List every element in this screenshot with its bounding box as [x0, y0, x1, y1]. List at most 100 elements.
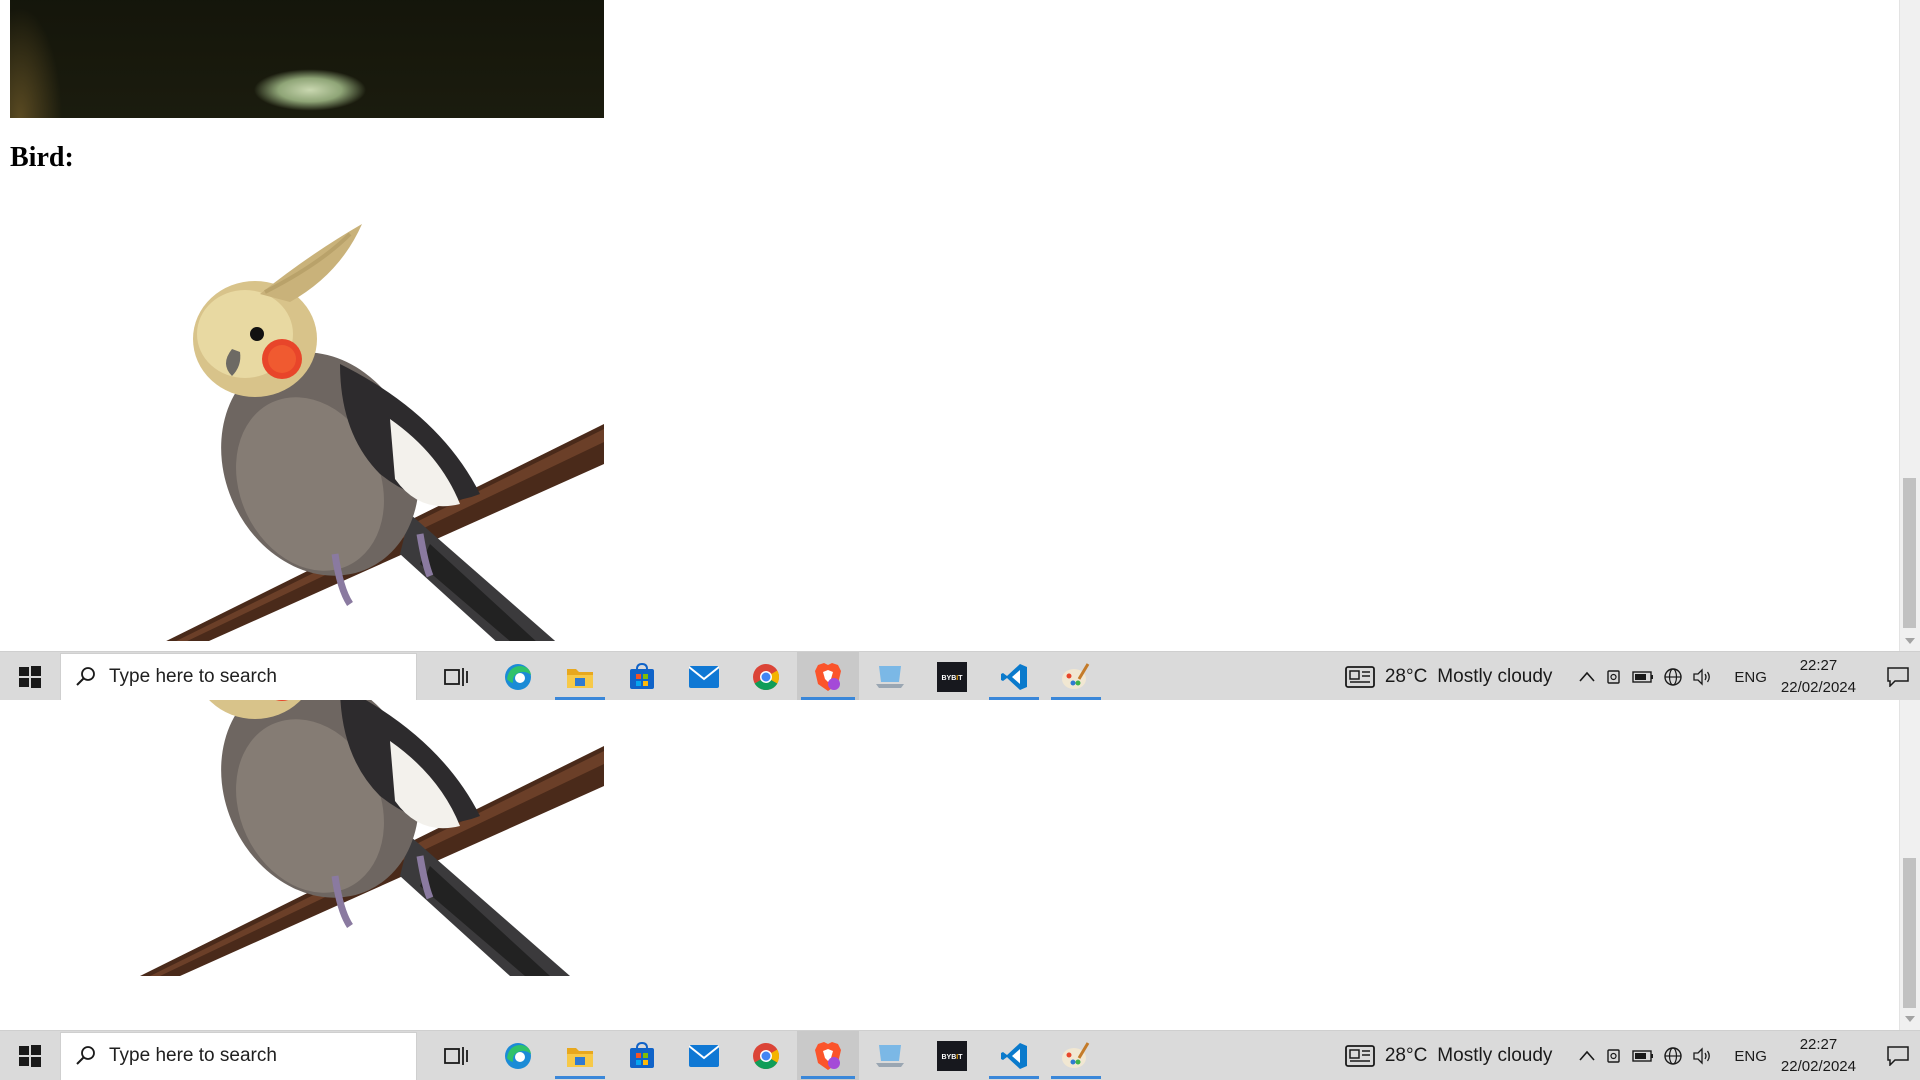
bird-image: [166, 224, 604, 641]
weather-widget[interactable]: 28°C Mostly cloudy: [1344, 1045, 1553, 1067]
network-globe-icon[interactable]: [1663, 1046, 1683, 1066]
browser-viewport[interactable]: Bird:: [0, 0, 1900, 641]
input-language[interactable]: ENG: [1734, 1048, 1767, 1065]
store-icon: [630, 1042, 654, 1068]
weather-temperature: 28°C: [1384, 1045, 1428, 1066]
taskbar-app-paint[interactable]: [1045, 652, 1107, 700]
scrollbar-thumb[interactable]: [1903, 478, 1916, 628]
search-placeholder: Type here to search: [109, 666, 277, 687]
paint-icon: [1062, 1042, 1090, 1068]
taskbar-search-box[interactable]: Type here to search: [60, 1031, 417, 1080]
taskbar-app-remote-desktop[interactable]: [859, 652, 921, 700]
taskbar-search-box[interactable]: Type here to search: [60, 652, 417, 700]
clock-time: 22:27: [1799, 657, 1838, 674]
scroll-down-arrow-icon[interactable]: [1905, 638, 1915, 644]
mail-icon: [689, 666, 719, 688]
paint-icon: [1062, 663, 1090, 689]
taskbar-app-chrome[interactable]: [735, 1031, 797, 1080]
taskbar-app-store[interactable]: [611, 1031, 673, 1080]
remote-desktop-icon: [876, 1045, 904, 1067]
weather-condition: Mostly cloudy: [1437, 666, 1553, 687]
clock[interactable]: 22:27 22/02/2024: [1781, 1034, 1856, 1078]
taskbar-apps: BYBIT: [425, 1031, 1107, 1080]
edge-icon: [505, 664, 531, 690]
browser-viewport[interactable]: Bird:: [0, 700, 1900, 1020]
notifications-button[interactable]: [1876, 652, 1920, 700]
bird-heading: Bird:: [10, 142, 74, 173]
taskbar-app-file-explorer[interactable]: [549, 652, 611, 700]
screen: Bird: Type here to search BYBIT 28°C Mos…: [0, 0, 1920, 1080]
start-button[interactable]: [0, 1031, 60, 1080]
mail-icon: [689, 1045, 719, 1067]
taskbar-app-vscode[interactable]: [983, 652, 1045, 700]
desktop-capture-bottom: Bird:: [0, 700, 1920, 1080]
taskbar-app-remote-desktop[interactable]: [859, 1031, 921, 1080]
taskbar: Type here to search BYBIT 28°C Mostly cl…: [0, 1030, 1920, 1080]
chevron-up-icon[interactable]: [1578, 1049, 1596, 1063]
battery-icon[interactable]: [1632, 670, 1654, 684]
taskbar-app-store[interactable]: [611, 652, 673, 700]
svg-text:BYBIT: BYBIT: [941, 1054, 963, 1061]
chrome-icon: [753, 1043, 780, 1070]
remote-desktop-icon: [876, 666, 904, 688]
clock-time: 22:27: [1799, 1036, 1838, 1053]
chevron-up-icon[interactable]: [1578, 670, 1596, 684]
notifications-button[interactable]: [1876, 1031, 1920, 1080]
taskbar-app-bybit[interactable]: BYBIT: [921, 652, 983, 700]
volume-icon[interactable]: [1692, 1047, 1712, 1065]
page-content: Bird:: [10, 700, 604, 976]
previous-animal-image: [10, 0, 604, 118]
clock[interactable]: 22:27 22/02/2024: [1781, 655, 1856, 699]
edge-icon: [505, 1043, 531, 1069]
news-weather-icon: [1344, 1045, 1375, 1067]
taskbar-app-chrome[interactable]: [735, 652, 797, 700]
scrollbar-thumb[interactable]: [1903, 858, 1916, 1008]
bybit-icon: BYBIT: [937, 662, 967, 692]
start-button[interactable]: [0, 652, 60, 700]
store-icon: [630, 663, 654, 689]
vscode-icon: [1001, 664, 1027, 690]
weather-widget[interactable]: 28°C Mostly cloudy: [1344, 666, 1553, 688]
taskbar-app-task-view[interactable]: [425, 652, 487, 700]
taskbar-app-file-explorer[interactable]: [549, 1031, 611, 1080]
weather-condition: Mostly cloudy: [1437, 1045, 1553, 1066]
tray-icons: [1578, 1046, 1712, 1066]
page-content: Bird:: [10, 0, 604, 641]
battery-icon[interactable]: [1632, 1049, 1654, 1063]
desktop-capture-top: Bird: Type here to search BYBIT 28°C Mos…: [0, 0, 1920, 700]
chrome-icon: [753, 664, 780, 691]
meet-now-icon[interactable]: [1605, 1047, 1623, 1065]
search-icon: [76, 1046, 95, 1065]
weather-temperature: 28°C: [1384, 666, 1428, 687]
taskbar-app-brave[interactable]: [797, 1031, 859, 1080]
news-weather-icon: [1344, 666, 1375, 688]
taskbar-app-bybit[interactable]: BYBIT: [921, 1031, 983, 1080]
system-tray: 28°C Mostly cloudy ENG 22:27 22/02/2024: [1344, 1031, 1920, 1080]
brave-icon: [815, 1042, 841, 1070]
vscode-icon: [1001, 1043, 1027, 1069]
vertical-scrollbar[interactable]: [1899, 700, 1920, 1030]
taskbar-app-mail[interactable]: [673, 652, 735, 700]
taskbar-app-mail[interactable]: [673, 1031, 735, 1080]
clock-date: 22/02/2024: [1780, 679, 1856, 696]
taskbar-app-task-view[interactable]: [425, 1031, 487, 1080]
search-placeholder: Type here to search: [109, 1045, 277, 1066]
taskbar-apps: BYBIT: [425, 652, 1107, 700]
network-globe-icon[interactable]: [1663, 667, 1683, 687]
task-view-icon: [444, 1047, 468, 1065]
notification-icon: [1887, 667, 1909, 687]
bird-image: [140, 700, 604, 976]
volume-icon[interactable]: [1692, 668, 1712, 686]
taskbar-app-brave[interactable]: [797, 652, 859, 700]
meet-now-icon[interactable]: [1605, 668, 1623, 686]
taskbar-app-paint[interactable]: [1045, 1031, 1107, 1080]
scroll-down-arrow-icon[interactable]: [1905, 1016, 1915, 1022]
input-language[interactable]: ENG: [1734, 669, 1767, 686]
task-view-icon: [444, 668, 468, 686]
bybit-icon: BYBIT: [937, 1041, 967, 1071]
taskbar-app-edge[interactable]: [487, 1031, 549, 1080]
taskbar-app-vscode[interactable]: [983, 1031, 1045, 1080]
taskbar-app-edge[interactable]: [487, 652, 549, 700]
vertical-scrollbar[interactable]: [1899, 0, 1920, 651]
brave-icon: [815, 663, 841, 691]
